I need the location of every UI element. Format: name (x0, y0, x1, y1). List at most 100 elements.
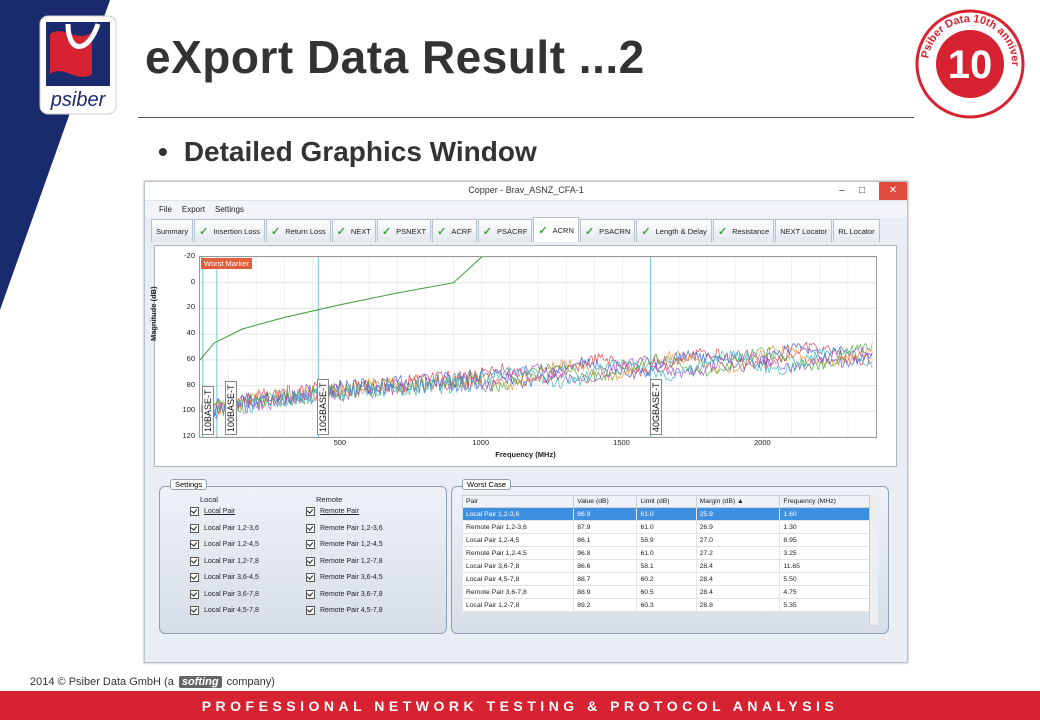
checkbox-icon[interactable] (306, 556, 315, 566)
tab-acrn[interactable]: ✓ ACRN (533, 217, 579, 242)
table-cell: 26.9 (695, 520, 781, 534)
series-line (201, 341, 873, 416)
tab-return-loss[interactable]: ✓ Return Loss (266, 219, 331, 242)
checkbox-icon[interactable] (190, 540, 199, 549)
column-header[interactable]: Margin (dB) ▲ (695, 495, 781, 508)
table-cell: 25.9 (695, 507, 781, 521)
tab-summary[interactable]: Summary (151, 219, 194, 242)
graph-panel: Magnitude (dB) -20 0 20 40 60 80 100 120 Worst … (149, 245, 897, 467)
menu-export[interactable]: Export (182, 205, 205, 214)
table-row[interactable]: Remote Pair 1,2-3,6 87.9 61.0 26.9 1.30 (461, 520, 878, 534)
remote-pair-checkbox[interactable]: Remote Pair 3,6-4,5 (306, 573, 383, 582)
table-cell: 60.5 (636, 585, 697, 599)
local-pair-checkbox[interactable]: Local Pair 4,5-7,8 (190, 606, 259, 615)
marker-label: 10BASE-T (201, 386, 214, 435)
table-row[interactable]: Remote Pair 1,2-4,5 96.8 61.0 27.2 3.25 (461, 546, 878, 560)
check-icon: ✓ (717, 225, 728, 238)
table-row[interactable]: Local Pair 3,6-7,8 86.6 58.1 28.4 11.65 (461, 559, 878, 573)
tab-insertion-loss[interactable]: ✓ Insertion Loss (194, 219, 266, 242)
worst-marker-label: Worst Marker (201, 258, 252, 269)
table-scrollbar[interactable] (869, 495, 878, 625)
table-cell: Local Pair 1,2-7,8 (461, 598, 575, 612)
table-cell: 60.2 (636, 572, 697, 586)
checkbox-icon[interactable] (190, 589, 199, 599)
column-header[interactable]: Pair (461, 495, 575, 508)
checkbox-icon[interactable] (190, 507, 199, 516)
tab-length-delay[interactable]: ✓ Length & Delay (636, 219, 712, 242)
table-cell: 86.1 (573, 533, 638, 547)
tab-psacrf[interactable]: ✓ PSACRF (477, 219, 533, 242)
local-pair-checkbox[interactable]: Local Pair 1,2-4,5 (190, 540, 259, 549)
tab-label: NEXT Locator (780, 226, 828, 236)
tab-psacrn[interactable]: ✓ PSACRN (579, 219, 636, 242)
checkbox-icon[interactable] (190, 556, 199, 566)
remote-pair-checkbox[interactable]: Remote Pair 1,2-7,8 (306, 556, 383, 566)
checkbox-icon[interactable] (306, 540, 315, 549)
tab-next-locator[interactable]: NEXT Locator (775, 219, 833, 242)
table-cell: 86.6 (573, 559, 638, 573)
table-row[interactable]: Local Pair 1,2-7,8 89.2 60.3 28.8 5.35 (461, 598, 878, 612)
remote-pair-checkbox[interactable]: Remote Pair 3,6-7,8 (306, 589, 383, 599)
checkbox-icon[interactable] (306, 507, 315, 516)
table-row[interactable]: Local Pair 1,2-3,6 86.9 61.0 25.9 1.60 (461, 507, 878, 521)
table-cell: 1.30 (779, 520, 878, 534)
table-cell: Remote Pair 1,2-4,5 (461, 546, 575, 560)
table-row[interactable]: Remote Pair 3,6-7,8 88.9 60.5 28.4 4.75 (461, 585, 878, 599)
plot-area[interactable]: Worst Marker 10BASE-T 100BASE-T 10GBASE-T 4… (199, 256, 877, 438)
tab-next[interactable]: ✓ NEXT (331, 219, 376, 242)
table-cell: 28.4 (695, 572, 781, 586)
marker-label: 10GBASE-T (317, 379, 330, 435)
check-icon: ✓ (437, 225, 447, 238)
psiber-logo: psiber (39, 15, 117, 115)
column-header[interactable]: Value (dB) (573, 495, 638, 508)
local-pair-checkbox[interactable]: Local Pair 1,2-7,8 (190, 556, 259, 566)
menu-file[interactable]: File (159, 205, 172, 214)
copyright-suffix: company) (226, 676, 275, 688)
remote-pair-checkbox[interactable]: Remote Pair 1,2-3,6 (306, 523, 383, 533)
checkbox-icon[interactable] (190, 606, 199, 615)
checkbox-icon[interactable] (306, 606, 315, 615)
close-button[interactable]: ✕ (879, 182, 907, 200)
remote-pair-checkbox[interactable]: Remote Pair 1,2-4,5 (306, 540, 383, 549)
table-cell: Remote Pair 3,6-7,8 (461, 585, 575, 599)
tab-resistance[interactable]: ✓ Resistance (712, 219, 775, 242)
table-cell: 88.7 (573, 572, 638, 586)
checkbox-label: Local Pair 4,5-7,8 (204, 607, 259, 614)
local-pair-checkbox[interactable]: Local Pair 3,6-7,8 (190, 589, 259, 599)
table-row[interactable]: Local Pair 4,5-7,8 88.7 60.2 28.4 5.50 (461, 572, 878, 586)
tab-psnext[interactable]: ✓ PSNEXT (376, 219, 432, 242)
checkbox-icon[interactable] (306, 573, 315, 582)
minimize-button[interactable]: – (833, 182, 851, 200)
local-pair-checkbox[interactable]: Local Pair 1,2-3,6 (190, 523, 259, 533)
window-titlebar: Copper - Brav_ASNZ_CFA-1 – □ ✕ (145, 182, 907, 201)
checkbox-icon[interactable] (306, 523, 315, 533)
checkbox-label: Remote Pair 1,2-4,5 (320, 541, 383, 548)
tab-label: ACRF (451, 226, 472, 236)
menu-bar: File Export Settings (145, 201, 907, 217)
local-pair-checkbox[interactable]: Local Pair (190, 507, 235, 516)
remote-pair-checkbox[interactable]: Remote Pair (306, 507, 359, 516)
remote-heading: Remote (316, 495, 343, 504)
menu-settings[interactable]: Settings (215, 205, 244, 214)
worst-case-group-label: Worst Case (462, 479, 512, 490)
series-line (201, 343, 873, 417)
remote-pair-checkbox[interactable]: Remote Pair 4,5-7,8 (306, 606, 383, 615)
checkbox-icon[interactable] (190, 573, 199, 582)
checkbox-label: Remote Pair 3,6-4,5 (320, 574, 383, 581)
marker-label: 100BASE-T (224, 381, 237, 435)
checkbox-icon[interactable] (306, 589, 315, 599)
checkbox-icon[interactable] (190, 523, 199, 533)
settings-group: Settings Local Remote Local Pair Local Pa… (159, 479, 447, 634)
maximize-button[interactable]: □ (853, 182, 871, 200)
tab-acrf[interactable]: ✓ ACRF (432, 219, 477, 242)
table-cell: 28.8 (695, 598, 781, 612)
tab-label: Length & Delay (655, 226, 707, 236)
column-header[interactable]: Limit (dB) (636, 495, 697, 508)
column-header[interactable]: Frequency (MHz) (779, 495, 878, 508)
table-row[interactable]: Local Pair 1,2-4,5 86.1 58.9 27.0 8.95 (461, 533, 878, 547)
local-pair-checkbox[interactable]: Local Pair 3,6-4,5 (190, 573, 259, 582)
badge-number: 10 (948, 43, 993, 87)
checkbox-label: Local Pair 3,6-4,5 (204, 574, 259, 581)
y-tick-label: 100 (182, 405, 195, 415)
tab-rl-locator[interactable]: RL Locator (833, 219, 880, 242)
